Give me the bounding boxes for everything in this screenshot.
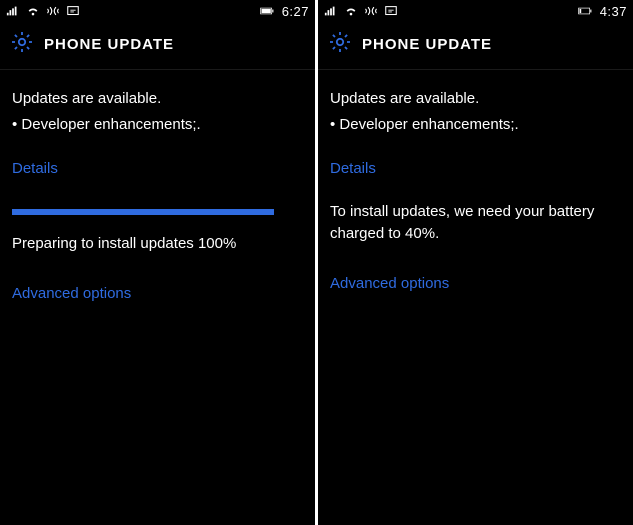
content-area: Updates are available. • Developer enhan… bbox=[0, 70, 315, 305]
clock-time: 6:27 bbox=[282, 4, 309, 19]
cellular-icon bbox=[324, 4, 338, 18]
update-item: • Developer enhancements;. bbox=[330, 114, 621, 136]
battery-icon bbox=[578, 4, 592, 18]
page-title: PHONE UPDATE bbox=[362, 36, 492, 53]
status-bar: 6:27 bbox=[0, 0, 315, 22]
details-link[interactable]: Details bbox=[330, 158, 376, 180]
page-header: PHONE UPDATE bbox=[318, 22, 633, 70]
install-progress-bar bbox=[12, 209, 274, 215]
page-header: PHONE UPDATE bbox=[0, 22, 315, 70]
notification-icon bbox=[66, 4, 80, 18]
advanced-options-link[interactable]: Advanced options bbox=[330, 273, 449, 295]
phone-screen-right: 4:37 PHONE UPDATE Updates are available.… bbox=[318, 0, 633, 525]
settings-gear-icon bbox=[328, 30, 352, 59]
update-status-text: Updates are available. bbox=[12, 88, 303, 110]
battery-icon bbox=[260, 4, 274, 18]
vibrate-icon bbox=[46, 4, 60, 18]
install-progress-text: Preparing to install updates 100% bbox=[12, 233, 303, 255]
clock-time: 4:37 bbox=[600, 4, 627, 19]
content-area: Updates are available. • Developer enhan… bbox=[318, 70, 633, 295]
details-link[interactable]: Details bbox=[12, 158, 58, 180]
wifi-icon bbox=[344, 4, 358, 18]
status-bar: 4:37 bbox=[318, 0, 633, 22]
battery-notice-text: To install updates, we need your battery… bbox=[330, 201, 621, 245]
cellular-icon bbox=[6, 4, 20, 18]
wifi-icon bbox=[26, 4, 40, 18]
update-item: • Developer enhancements;. bbox=[12, 114, 303, 136]
phone-screen-left: 6:27 PHONE UPDATE Updates are available.… bbox=[0, 0, 315, 525]
advanced-options-link[interactable]: Advanced options bbox=[12, 283, 131, 305]
update-status-text: Updates are available. bbox=[330, 88, 621, 110]
vibrate-icon bbox=[364, 4, 378, 18]
notification-icon bbox=[384, 4, 398, 18]
settings-gear-icon bbox=[10, 30, 34, 59]
page-title: PHONE UPDATE bbox=[44, 36, 174, 53]
